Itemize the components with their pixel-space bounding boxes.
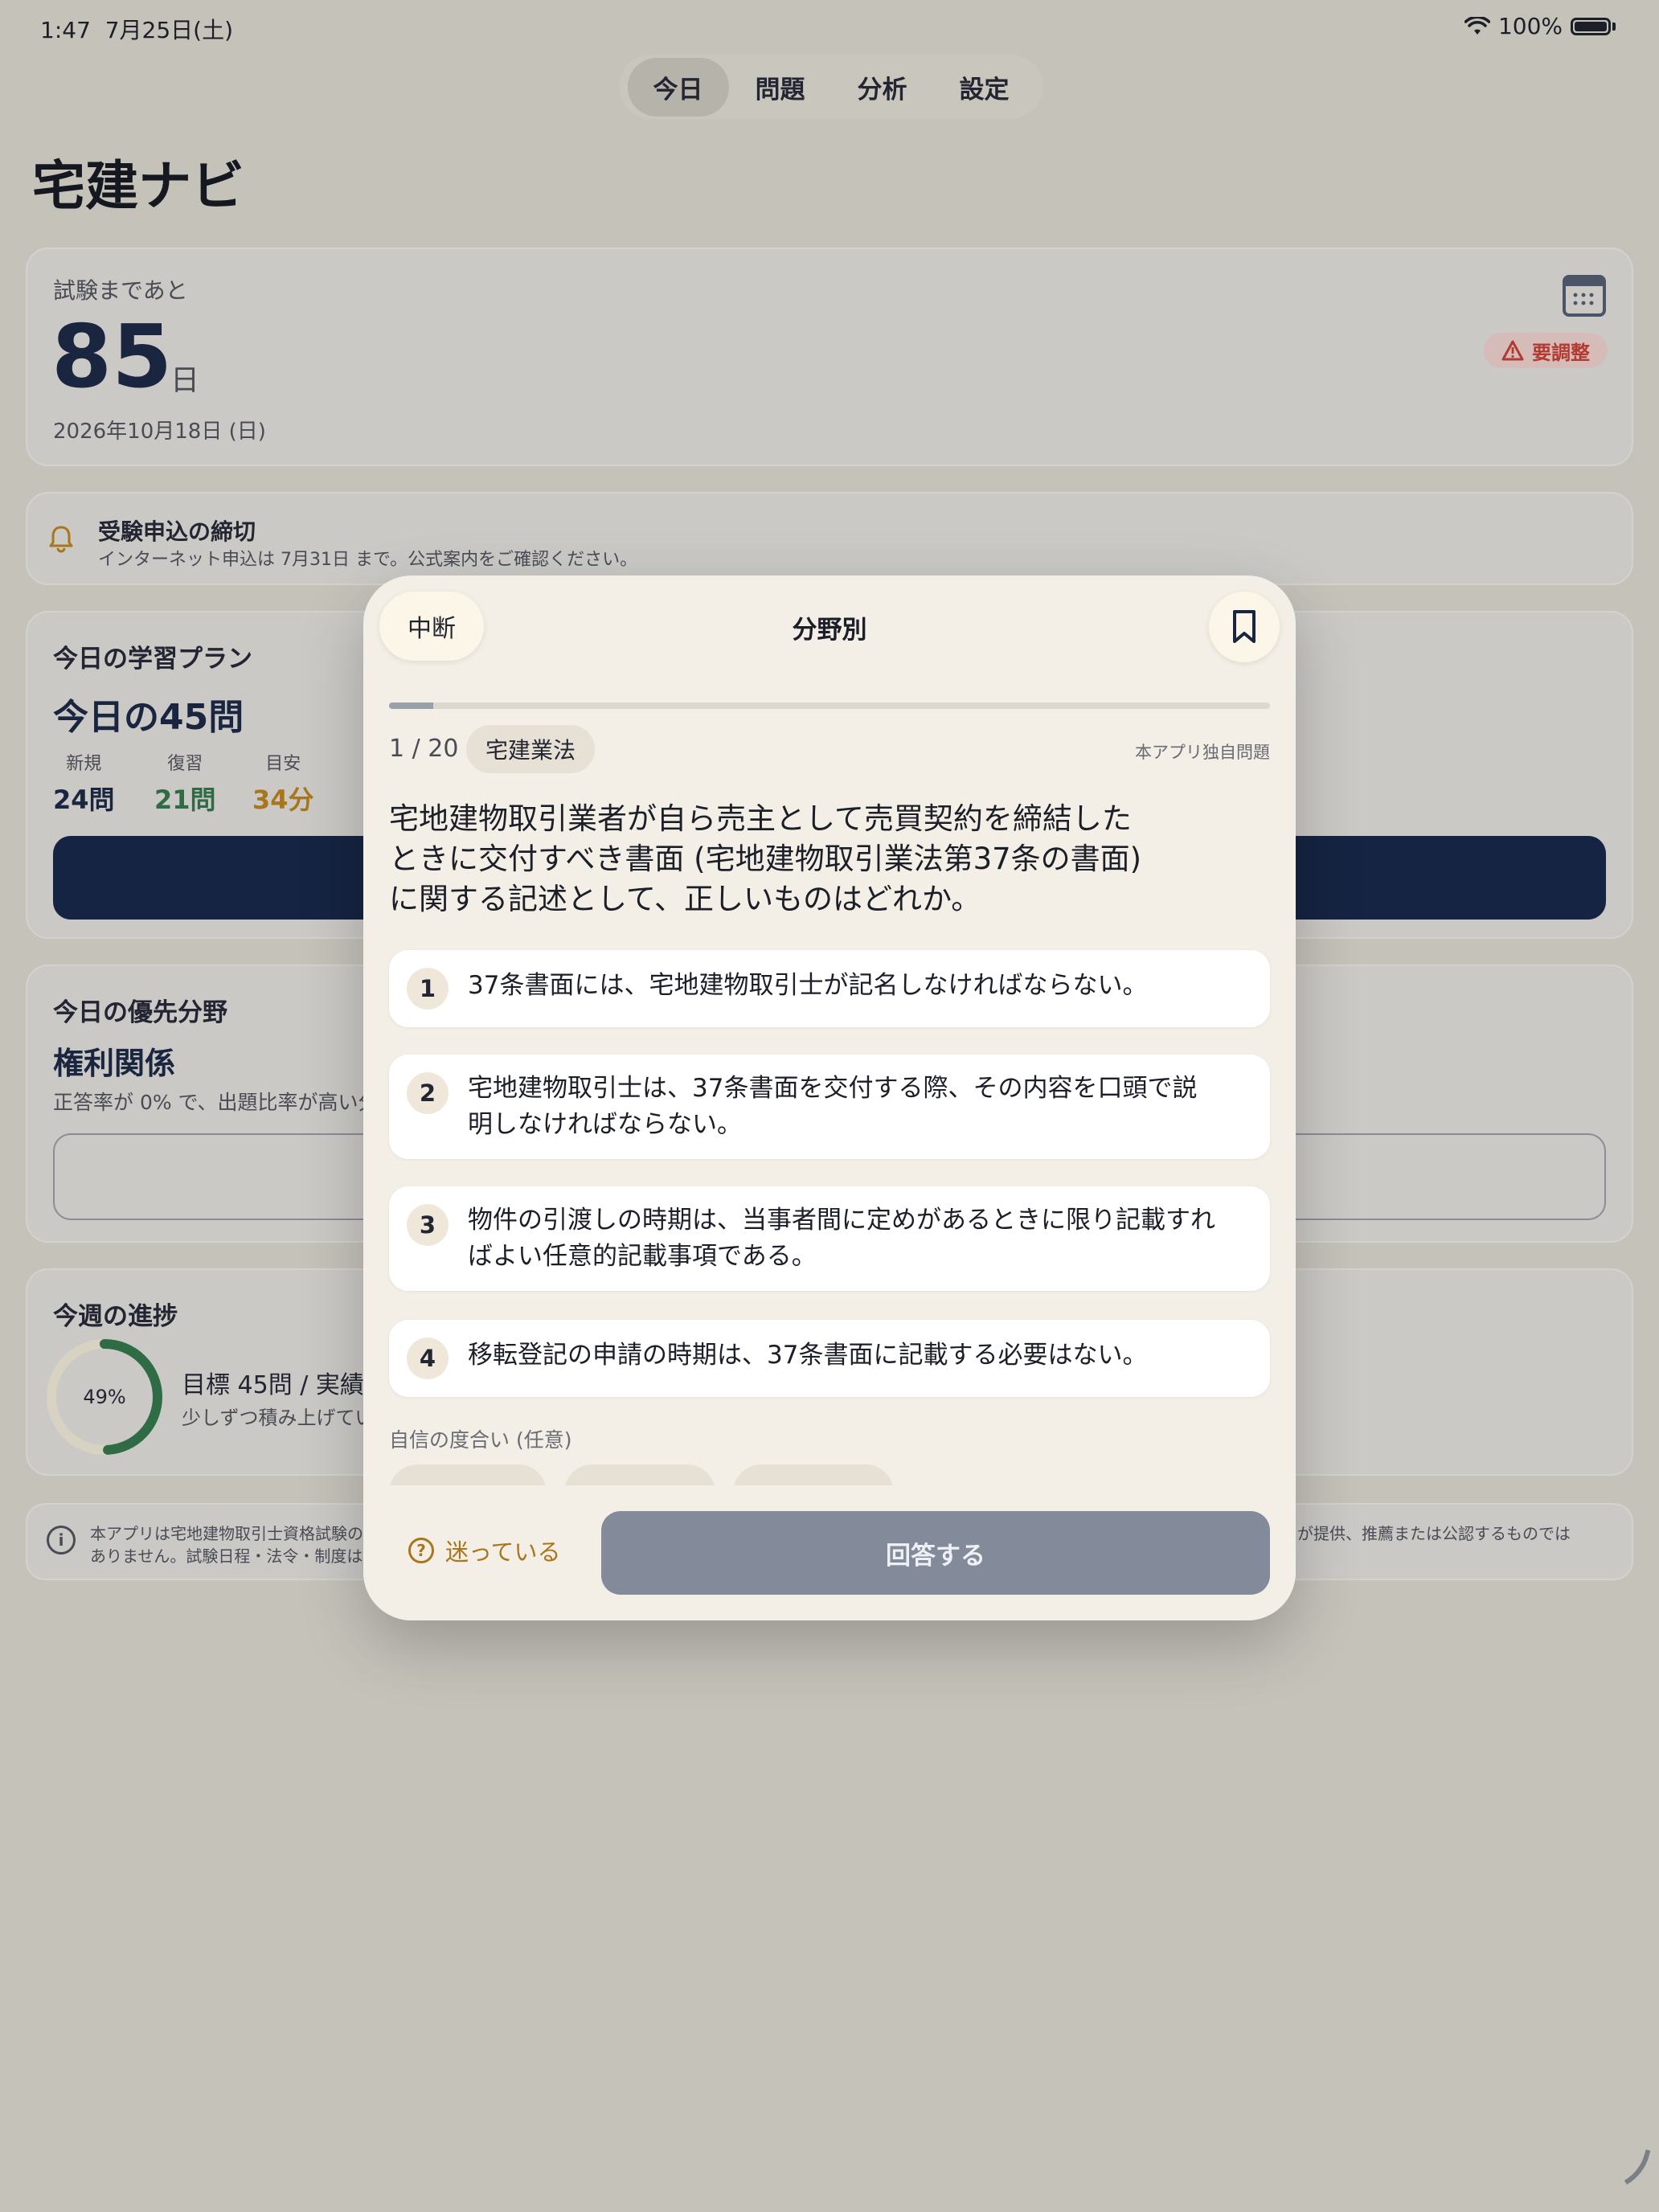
stat-new: 新規 24問 bbox=[53, 754, 115, 815]
question-text: 宅地建物取引業者が自ら売主として売買契約を締結したときに交付すべき書面 (宅地建… bbox=[389, 801, 1142, 916]
category-chip: 宅建業法 bbox=[466, 725, 596, 773]
exam-date: 2026年10月18日 (日) bbox=[53, 420, 266, 444]
sheet-title: 分野別 bbox=[792, 616, 867, 645]
question-mark-icon: ? bbox=[408, 1538, 434, 1563]
countdown-label: 試験まであと bbox=[53, 277, 188, 304]
choice-3[interactable]: 3 物件の引渡しの時期は、当事者間に定めがあるときに限り記載すればよい任意的記載… bbox=[389, 1186, 1270, 1291]
weekly-title: 今週の進捗 bbox=[53, 1302, 178, 1331]
plan-title: 今日の学習プラン bbox=[53, 645, 252, 674]
choice-text: 移転登記の申請の時期は、37条書面に記載する必要はない。 bbox=[468, 1341, 1148, 1370]
choice-text: 37条書面には、宅地建物取引士が記名しなければならない。 bbox=[468, 971, 1148, 1000]
choice-4[interactable]: 4 移転登記の申請の時期は、37条書面に記載する必要はない。 bbox=[389, 1320, 1270, 1397]
submit-answer-button[interactable]: 回答する bbox=[601, 1511, 1270, 1595]
tab-settings[interactable]: 設定 bbox=[934, 58, 1035, 117]
bookmark-button[interactable] bbox=[1209, 592, 1280, 662]
status-time: 1:47 7月25日(土) bbox=[40, 17, 233, 43]
calendar-icon[interactable] bbox=[1563, 275, 1606, 317]
countdown-card: 試験まであと 85 日 2026年10月18日 (日) 要調整 bbox=[26, 248, 1633, 466]
home-indicator bbox=[1585, 2136, 1651, 2202]
choice-text: 宅地建物取引士は、37条書面を交付する際、その内容を口頭で説明しなければならない… bbox=[468, 1074, 1198, 1139]
stat-estimate: 目安 34分 bbox=[252, 754, 314, 815]
priority-desc: 正答率が 0% で、出題比率が高い分 bbox=[53, 1091, 379, 1114]
choice-number: 1 bbox=[407, 968, 449, 1010]
tab-analysis[interactable]: 分析 bbox=[832, 58, 933, 117]
choice-number: 3 bbox=[407, 1204, 449, 1246]
source-note: 本アプリ独自問題 bbox=[1135, 743, 1270, 762]
status-badge: 要調整 bbox=[1484, 333, 1608, 368]
notice-title: 受験申込の締切 bbox=[98, 518, 256, 545]
progress-percent: 49% bbox=[83, 1386, 126, 1408]
countdown-unit: 日 bbox=[170, 364, 200, 397]
battery-icon bbox=[1571, 17, 1611, 35]
plan-headline: 今日の45問 bbox=[53, 697, 244, 738]
top-tab-bar: 今日 問題 分析 設定 bbox=[619, 55, 1043, 119]
warning-icon bbox=[1501, 340, 1524, 361]
answer-bar: ? 迷っている 回答する bbox=[363, 1485, 1296, 1620]
battery-percent: 100% bbox=[1497, 13, 1563, 39]
choice-2[interactable]: 2 宅地建物取引士は、37条書面を交付する際、その内容を口頭で説明しなければなら… bbox=[389, 1055, 1270, 1159]
choice-number: 4 bbox=[407, 1337, 449, 1379]
question-sheet: 中断 分野別 1 / 20 宅建業法 本アプリ独自問題 宅地建物取引業者が自ら売… bbox=[363, 576, 1296, 1620]
bookmark-icon bbox=[1233, 610, 1256, 643]
stat-review: 復習 21問 bbox=[154, 754, 216, 815]
unsure-button[interactable]: ? 迷っている bbox=[408, 1534, 561, 1567]
countdown-days: 85 bbox=[51, 307, 173, 408]
tab-today[interactable]: 今日 bbox=[627, 57, 729, 117]
tab-questions[interactable]: 問題 bbox=[730, 58, 831, 117]
deadline-notice[interactable]: 受験申込の締切 インターネット申込は 7月31日 まで。公式案内をご確認ください… bbox=[26, 492, 1633, 585]
notice-body: インターネット申込は 7月31日 まで。公式案内をご確認ください。 bbox=[98, 550, 638, 570]
choice-1[interactable]: 1 37条書面には、宅地建物取引士が記名しなければならない。 bbox=[389, 950, 1270, 1027]
choice-text: 物件の引渡しの時期は、当事者間に定めがあるときに限り記載すればよい任意的記載事項… bbox=[468, 1206, 1215, 1271]
status-bar: 1:47 7月25日(土) 100% bbox=[0, 0, 1659, 51]
wifi-icon bbox=[1464, 16, 1490, 35]
priority-field: 権利関係 bbox=[53, 1046, 176, 1081]
choice-number: 2 bbox=[407, 1072, 449, 1114]
bell-icon bbox=[49, 526, 73, 553]
priority-title: 今日の優先分野 bbox=[53, 998, 227, 1027]
confidence-label: 自信の度合い (任意) bbox=[389, 1428, 572, 1452]
question-progress-bar bbox=[389, 703, 1270, 709]
question-counter: 1 / 20 bbox=[389, 735, 459, 763]
app-title: 宅建ナビ bbox=[32, 155, 244, 217]
info-icon: i bbox=[47, 1526, 76, 1555]
